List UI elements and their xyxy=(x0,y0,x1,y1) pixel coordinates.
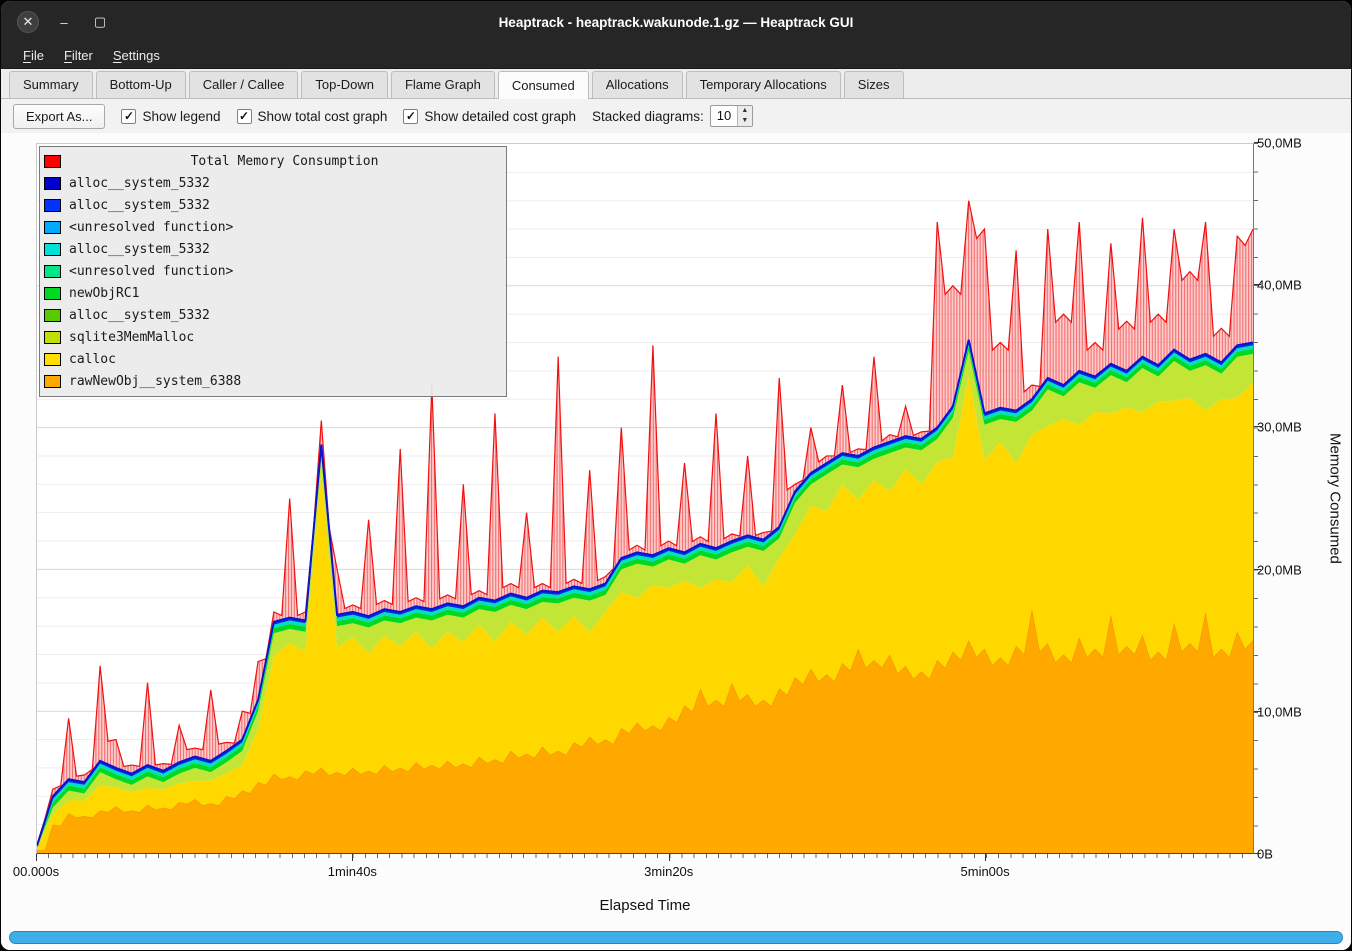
close-icon[interactable]: ✕ xyxy=(17,11,39,33)
legend-swatch xyxy=(44,331,61,344)
legend-swatch xyxy=(44,243,61,256)
legend-label: newObjRC1 xyxy=(69,286,139,301)
y-tick-label: 10,0MB xyxy=(1257,704,1302,719)
x-tick-label: 5min00s xyxy=(961,864,1010,879)
maximize-icon[interactable]: ▢ xyxy=(89,11,111,33)
window-title: Heaptrack - heaptrack.wakunode.1.gz — He… xyxy=(1,15,1351,30)
check-icon: ✓ xyxy=(403,109,418,124)
legend-label: <unresolved function> xyxy=(69,220,233,235)
legend-swatch xyxy=(44,221,61,234)
checkbox-label: Show legend xyxy=(142,109,220,124)
legend-item: alloc__system_5332 xyxy=(44,194,500,216)
legend-swatch xyxy=(44,199,61,212)
legend-swatch xyxy=(44,155,61,168)
legend-item: <unresolved function> xyxy=(44,260,500,282)
legend-item: alloc__system_5332 xyxy=(44,304,500,326)
tab-summary[interactable]: Summary xyxy=(9,71,93,98)
legend-swatch xyxy=(44,177,61,190)
legend-label: alloc__system_5332 xyxy=(69,176,210,191)
legend-swatch xyxy=(44,287,61,300)
legend-label: rawNewObj__system_6388 xyxy=(69,374,241,389)
y-tick-label: 30,0MB xyxy=(1257,420,1302,435)
checkbox-label: Show detailed cost graph xyxy=(424,109,576,124)
legend-label: alloc__system_5332 xyxy=(69,198,210,213)
legend-label: calloc xyxy=(69,352,116,367)
legend-label: alloc__system_5332 xyxy=(69,242,210,257)
chart-region: 00.000s 1min40s 3min20s 5min00s Elapsed Tim… xyxy=(1,133,1351,950)
tab-caller-callee[interactable]: Caller / Callee xyxy=(189,71,299,98)
tab-bottom-up[interactable]: Bottom-Up xyxy=(96,71,186,98)
time-range-slider[interactable] xyxy=(9,931,1343,944)
legend-swatch xyxy=(44,309,61,322)
legend-item: <unresolved function> xyxy=(44,216,500,238)
x-tick-label: 1min40s xyxy=(328,864,377,879)
export-as-button[interactable]: Export As... xyxy=(13,104,105,129)
spin-down-icon[interactable]: ▼ xyxy=(738,116,752,126)
x-tick xyxy=(985,854,986,861)
stacked-diagrams-value: 10 xyxy=(711,106,737,126)
tab-temporary-allocations[interactable]: Temporary Allocations xyxy=(686,71,841,98)
check-icon: ✓ xyxy=(237,109,252,124)
legend-item: rawNewObj__system_6388 xyxy=(44,370,500,392)
legend-item: calloc xyxy=(44,348,500,370)
tab-allocations[interactable]: Allocations xyxy=(592,71,683,98)
checkbox-show-legend[interactable]: ✓ Show legend xyxy=(121,109,220,124)
x-tick xyxy=(669,854,670,861)
legend-swatch xyxy=(44,265,61,278)
menubar: FileFilterSettings xyxy=(1,43,1351,69)
x-tick-label: 00.000s xyxy=(13,864,59,879)
menu-filter[interactable]: Filter xyxy=(54,45,103,66)
menu-settings[interactable]: Settings xyxy=(103,45,170,66)
y-tick-labels: 0B10,0MB20,0MB30,0MB40,0MB50,0MB xyxy=(1257,143,1309,854)
window-controls: ✕ – ▢ xyxy=(17,1,111,43)
chart-legend: Total Memory Consumption alloc__system_53… xyxy=(39,146,507,397)
x-axis-title: Elapsed Time xyxy=(36,897,1254,914)
legend-title-row: Total Memory Consumption xyxy=(44,150,500,172)
y-tick-label: 0B xyxy=(1257,847,1273,862)
heaptrack-window: ✕ – ▢ Heaptrack - heaptrack.wakunode.1.g… xyxy=(0,0,1352,951)
legend-label: <unresolved function> xyxy=(69,264,233,279)
spin-up-icon[interactable]: ▲ xyxy=(738,106,752,116)
tab-consumed[interactable]: Consumed xyxy=(498,71,589,99)
x-tick-label: 3min20s xyxy=(644,864,693,879)
stacked-diagrams-label: Stacked diagrams: xyxy=(592,109,704,124)
toolbar: Export As... ✓ Show legend ✓ Show total cos… xyxy=(1,99,1351,133)
tab-top-down[interactable]: Top-Down xyxy=(301,71,388,98)
checkbox-group: ✓ Show legend ✓ Show total cost graph ✓ Show … xyxy=(121,109,576,124)
titlebar: ✕ – ▢ Heaptrack - heaptrack.wakunode.1.g… xyxy=(1,1,1351,43)
y-tick-label: 50,0MB xyxy=(1257,136,1302,151)
checkbox-show-detailed-cost-graph[interactable]: ✓ Show detailed cost graph xyxy=(403,109,576,124)
y-axis-title: Memory Consumed xyxy=(1325,143,1345,854)
y-tick-label: 40,0MB xyxy=(1257,278,1302,293)
check-icon: ✓ xyxy=(121,109,136,124)
tab-bar: SummaryBottom-UpCaller / CalleeTop-DownF… xyxy=(1,69,1351,99)
legend-item: newObjRC1 xyxy=(44,282,500,304)
x-major-ticks xyxy=(36,854,1254,861)
legend-item: alloc__system_5332 xyxy=(44,238,500,260)
tab-sizes[interactable]: Sizes xyxy=(844,71,904,98)
minimize-icon[interactable]: – xyxy=(53,11,75,33)
y-tick-label: 20,0MB xyxy=(1257,562,1302,577)
x-tick xyxy=(36,854,37,861)
legend-swatch xyxy=(44,375,61,388)
checkbox-show-total-cost-graph[interactable]: ✓ Show total cost graph xyxy=(237,109,388,124)
x-tick xyxy=(352,854,353,861)
tab-flame-graph[interactable]: Flame Graph xyxy=(391,71,495,98)
legend-label: sqlite3MemMalloc xyxy=(69,330,194,345)
legend-swatch xyxy=(44,353,61,366)
legend-item: sqlite3MemMalloc xyxy=(44,326,500,348)
legend-item: alloc__system_5332 xyxy=(44,172,500,194)
menu-file[interactable]: File xyxy=(13,45,54,66)
checkbox-label: Show total cost graph xyxy=(258,109,388,124)
stacked-diagrams-group: Stacked diagrams: 10 ▲ ▼ xyxy=(592,105,753,127)
stacked-diagrams-spinbox[interactable]: 10 ▲ ▼ xyxy=(710,105,753,127)
legend-title: Total Memory Consumption xyxy=(69,154,500,169)
legend-label: alloc__system_5332 xyxy=(69,308,210,323)
spinbox-arrows: ▲ ▼ xyxy=(737,106,752,126)
x-tick-labels: 00.000s1min40s3min20s5min00s xyxy=(36,864,1254,882)
